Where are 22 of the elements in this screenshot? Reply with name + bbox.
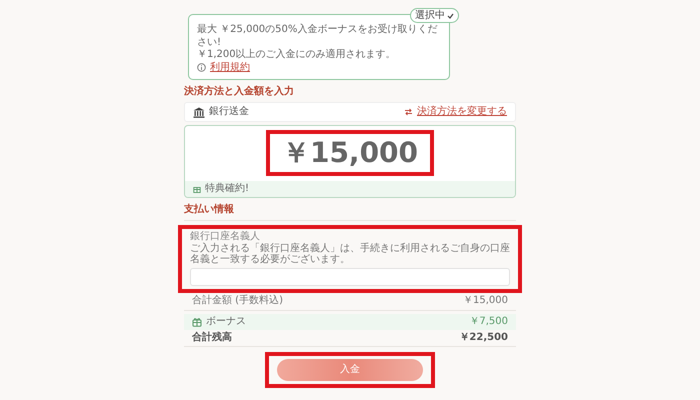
summary-value: ￥7,500 bbox=[469, 316, 508, 328]
amount-value: ￥15,000 bbox=[282, 136, 418, 170]
check-icon bbox=[447, 12, 454, 18]
info-icon bbox=[197, 63, 206, 72]
summary-label: 合計金額 (手数料込) bbox=[192, 294, 283, 307]
input-field[interactable] bbox=[190, 268, 510, 286]
swap-arrows-icon bbox=[404, 108, 413, 116]
field-note: ご入力される「銀行口座名義人」は、手続きに利用されるご自身の口座名義と一致する必要がございます。 bbox=[190, 242, 510, 266]
selected-badge: 選択中 bbox=[410, 8, 459, 23]
section-heading: 決済方法と入金額を入力 bbox=[184, 86, 295, 98]
summary-label: 合計残高 bbox=[192, 332, 232, 344]
bonus-guarantee-text: 特典確約! bbox=[205, 182, 250, 195]
offer-text: 最大 ￥25,000の50%入金ボーナスをお受け取りください! bbox=[197, 24, 438, 48]
field-label: 銀行口座名義人 bbox=[190, 230, 261, 242]
bank-icon bbox=[193, 106, 205, 118]
summary-label: ボーナス bbox=[206, 316, 246, 328]
summary-value: ￥15,000 bbox=[463, 294, 508, 307]
terms-link[interactable]: 利用規約 bbox=[210, 62, 250, 74]
offer-text: ￥1,200以上のご入金にのみ適用されます。 bbox=[197, 49, 397, 62]
section-heading: 支払い情報 bbox=[184, 204, 516, 221]
payment-method-label: 銀行送金 bbox=[209, 106, 249, 118]
summary-value: ￥22,500 bbox=[459, 332, 508, 344]
